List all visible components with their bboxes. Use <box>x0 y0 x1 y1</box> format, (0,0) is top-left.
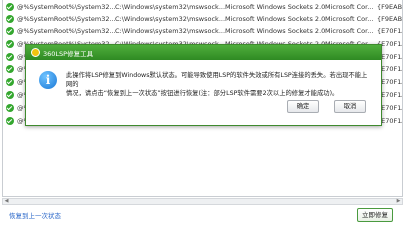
dialog-message: 此操作将LSP修复到Windows默认状态。可能导致使用LSP的软件失效或所有L… <box>66 71 371 98</box>
check-circle-icon <box>6 3 14 11</box>
restore-previous-link[interactable]: 恢复到上一次状态 <box>9 210 61 220</box>
dialog-title: 360LSP修复工具 <box>43 49 94 58</box>
cell-file: C:\Windows\system32\mswsock... <box>115 27 225 35</box>
dialog-message-line-2: 情况，请点击“恢复到上一次状态”按钮进行恢复(注：部分LSP软件需要2次以上的修… <box>66 90 339 97</box>
check-circle-icon <box>6 27 14 35</box>
list-item[interactable]: @%SystemRoot%\System32...C:\Windows\syst… <box>3 25 402 37</box>
cell-vendor: Microsoft Cor... <box>325 27 374 35</box>
app-logo-icon <box>31 48 40 57</box>
cell-file: C:\Windows\system32\mswsock... <box>115 15 225 23</box>
confirm-dialog: 360LSP修复工具 i 此操作将LSP修复到Windows默认状态。可能导致使… <box>25 44 382 126</box>
scroll-left-icon[interactable]: ◀ <box>3 199 10 204</box>
dialog-body: i 此操作将LSP修复到Windows默认状态。可能导致使用LSP的软件失效或所… <box>26 60 381 125</box>
cell-name: Microsoft Windows Sockets 2.0... <box>225 3 325 11</box>
list-item[interactable]: @%SystemRoot%\System32...C:\Windows\syst… <box>3 1 402 13</box>
cell-name: Microsoft Windows Sockets 2.0... <box>225 15 325 23</box>
cell-vendor: Microsoft Cor... <box>325 15 374 23</box>
ok-button[interactable]: 确定 <box>287 100 319 113</box>
check-circle-icon <box>6 91 14 99</box>
cell-path: @%SystemRoot%\System32... <box>17 3 115 11</box>
horizontal-scrollbar[interactable]: ◀ ▶ <box>2 198 403 205</box>
dialog-titlebar[interactable]: 360LSP修复工具 <box>26 45 381 60</box>
cell-guid: {F9EAB0C0-2... <box>377 3 403 11</box>
info-icon: i <box>39 71 57 89</box>
cell-vendor: Microsoft Cor... <box>325 3 374 11</box>
check-circle-icon <box>6 53 14 61</box>
fix-now-button[interactable]: 立即修复 <box>357 208 393 222</box>
check-circle-icon <box>6 15 14 23</box>
check-circle-icon <box>6 40 14 48</box>
check-circle-icon <box>6 65 14 73</box>
cancel-button[interactable]: 取消 <box>334 100 366 113</box>
list-item[interactable]: @%SystemRoot%\System32...C:\Windows\syst… <box>3 13 402 25</box>
cell-guid: {E70F1AA0-A... <box>377 27 402 35</box>
check-circle-icon <box>6 104 14 112</box>
scroll-right-icon[interactable]: ▶ <box>395 199 402 204</box>
dialog-message-line-1: 此操作将LSP修复到Windows默认状态。可能导致使用LSP的软件失效或所有L… <box>66 72 368 88</box>
check-circle-icon <box>6 78 14 86</box>
cell-path: @%SystemRoot%\System32... <box>17 15 115 23</box>
check-circle-icon <box>6 117 14 125</box>
cell-path: @%SystemRoot%\System32... <box>17 27 115 35</box>
cell-file: C:\Windows\system32\mswsock... <box>115 3 225 11</box>
cell-guid: {F9EAB0C0-2... <box>377 15 403 23</box>
cell-name: Microsoft Windows Sockets 2.0... <box>225 27 325 35</box>
